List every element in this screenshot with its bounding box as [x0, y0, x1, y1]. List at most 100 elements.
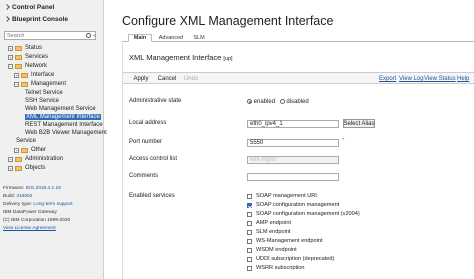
collapse-sidebar-icon[interactable]: «: [93, 33, 96, 39]
comments-field[interactable]: [247, 173, 339, 181]
expand-toggle-icon[interactable]: +: [14, 72, 19, 78]
tree-item-interface[interactable]: + Interface: [14, 71, 54, 79]
view-log-link[interactable]: View Log: [399, 75, 424, 83]
tree-item-administration[interactable]: + Administration: [8, 155, 63, 163]
search-icon[interactable]: [86, 33, 91, 38]
delivery-value[interactable]: Long-term support: [33, 202, 72, 207]
tree-item-label: Status: [25, 45, 43, 51]
tree-item-network[interactable]: − Network: [8, 62, 47, 70]
local-address-field[interactable]: eth0_ipv4_1: [247, 120, 339, 128]
comments-label: Comments: [129, 173, 159, 179]
tab-main[interactable]: Main: [128, 34, 152, 42]
service-checkbox[interactable]: [247, 266, 252, 271]
service-label: SOAP configuration management: [256, 202, 340, 208]
folder-icon: [15, 45, 22, 51]
build-info: Build: 318002: [3, 194, 32, 199]
service-label: WSRR subscription: [256, 265, 305, 271]
service-label: WS-Management endpoint: [256, 238, 323, 244]
acl-select[interactable]: xml-mgmt: [247, 156, 339, 164]
tree-item-services[interactable]: + Services: [8, 53, 48, 61]
tree-item-label: Interface: [31, 72, 55, 78]
tab-bar: Main Advanced SLM: [122, 34, 474, 42]
main-content: Configure XML Management Interface Main …: [104, 0, 474, 279]
chevron-right-icon: [4, 4, 10, 10]
tree-item-label: Objects: [25, 165, 46, 171]
service-checkbox[interactable]: [247, 230, 252, 235]
view-status-link[interactable]: View Status: [424, 75, 456, 83]
collapse-toggle-icon[interactable]: −: [14, 81, 19, 87]
folder-icon: [15, 165, 22, 171]
service-label: UDDI subscription (deprecated): [256, 256, 335, 262]
service-checkbox[interactable]: [247, 203, 252, 208]
folder-icon: [21, 147, 28, 153]
expand-toggle-icon[interactable]: +: [8, 165, 13, 171]
service-label: SOAP management URI: [256, 193, 317, 199]
service-label: WSDM endpoint: [256, 247, 297, 253]
tree-item-status[interactable]: + Status: [8, 44, 42, 52]
service-checkbox[interactable]: [247, 248, 252, 253]
tab-slm[interactable]: SLM: [190, 34, 208, 42]
control-panel-link[interactable]: Control Panel: [4, 3, 55, 11]
enabled-radio-label: enabled: [253, 99, 276, 106]
blueprint-console-label: Blueprint Console: [12, 15, 68, 23]
admin-state-label: Administrative state: [129, 98, 182, 104]
undo-button[interactable]: Undo: [182, 75, 200, 83]
export-link[interactable]: Export: [379, 75, 396, 83]
service-checkbox[interactable]: [247, 221, 252, 226]
control-panel-label: Control Panel: [12, 3, 55, 11]
firmware-label: Firmware:: [3, 186, 25, 191]
tree-item-web-management-service[interactable]: Web Management Service: [25, 105, 96, 113]
copyright: (C) IBM Corporation 1999-2020: [3, 218, 71, 223]
delivery-label: Delivery type:: [3, 202, 33, 207]
help-link[interactable]: Help: [457, 75, 469, 83]
port-number-field[interactable]: 5550: [247, 139, 339, 147]
tree-item-label: SSH Service: [25, 98, 60, 104]
tree-item-ssh-service[interactable]: SSH Service: [25, 97, 59, 105]
service-label: SOAP configuration management (v2004): [256, 211, 360, 217]
required-asterisk: *: [342, 138, 345, 144]
tree-item-objects[interactable]: + Objects: [8, 164, 45, 172]
tree-item-web-b2b-viewer-management-cont[interactable]: Service: [16, 137, 36, 145]
tree-item-xml-management-interface[interactable]: XML Management Interface: [25, 113, 101, 121]
blueprint-console-link[interactable]: Blueprint Console: [4, 15, 68, 23]
product-name: IBM DataPower Gateway: [3, 210, 57, 215]
select-alias-button[interactable]: Select Alias: [343, 119, 375, 128]
service-checkbox[interactable]: [247, 257, 252, 262]
port-number-label: Port number: [129, 139, 163, 145]
tree-item-label: Services: [25, 54, 49, 60]
form-panel: XML Management Interface [up] Apply Canc…: [122, 43, 474, 279]
form-title-text: XML Management Interface: [129, 53, 222, 62]
tree-item-other[interactable]: + Other: [14, 146, 46, 154]
tree-item-telnet-service[interactable]: Telnet Service: [25, 89, 63, 97]
build-value: 318002: [16, 194, 33, 199]
local-address-label: Local address: [129, 120, 167, 126]
enabled-radio[interactable]: [247, 99, 252, 104]
service-checkbox[interactable]: [247, 239, 252, 244]
collapse-toggle-icon[interactable]: −: [8, 63, 13, 69]
build-label: Build:: [3, 194, 15, 199]
tree-item-web-b2b-viewer-management[interactable]: Web B2B Viewer Management: [25, 129, 107, 137]
tree-item-label: Administration: [25, 156, 64, 162]
service-label: AMP endpoint: [256, 220, 292, 226]
enabled-services-label: Enabled services: [129, 193, 175, 199]
tree-item-rest-management-interface[interactable]: REST Management Interface: [25, 121, 103, 129]
expand-toggle-icon[interactable]: +: [14, 147, 19, 153]
license-link[interactable]: View License Agreement: [3, 226, 56, 231]
expand-toggle-icon[interactable]: +: [8, 156, 13, 162]
firmware-value: IDG.2018.4.1.16: [25, 186, 61, 191]
disabled-radio[interactable]: [279, 99, 285, 104]
tree-item-label: Telnet Service: [25, 90, 63, 96]
expand-toggle-icon[interactable]: +: [8, 54, 13, 60]
cancel-button[interactable]: Cancel: [156, 75, 178, 83]
tree-item-label: Service: [16, 138, 37, 144]
tab-advanced[interactable]: Advanced: [156, 34, 186, 42]
service-checkbox[interactable]: [247, 212, 252, 217]
chevron-right-icon: [4, 16, 10, 22]
tree-item-label: Other: [31, 147, 47, 153]
expand-toggle-icon[interactable]: +: [8, 45, 13, 51]
admin-state-enabled[interactable]: enabled disabled: [247, 99, 309, 105]
tree-item-management[interactable]: − Management: [14, 80, 66, 88]
apply-button[interactable]: Apply: [131, 75, 151, 83]
service-checkbox[interactable]: [247, 194, 252, 199]
navigation-search-input[interactable]: [4, 31, 96, 40]
